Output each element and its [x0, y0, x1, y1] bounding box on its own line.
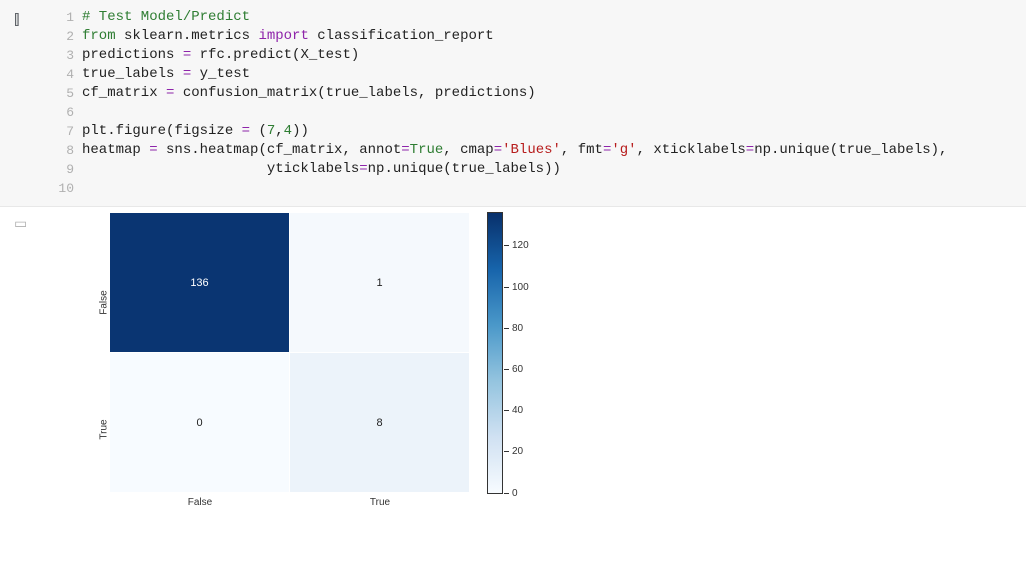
- line-number: 8: [50, 141, 74, 160]
- code-line[interactable]: yticklabels=np.unique(true_labels)): [82, 160, 1026, 179]
- line-number: 6: [50, 103, 74, 122]
- line-number: 5: [50, 84, 74, 103]
- heatmap-grid: 136108 False True: [110, 213, 470, 508]
- x-tick: True: [290, 493, 470, 508]
- y-axis: False True: [80, 213, 110, 493]
- output-gutter: ▭: [0, 211, 50, 508]
- cell-gutter: [ ]: [0, 6, 50, 198]
- line-number: 3: [50, 46, 74, 65]
- code-line[interactable]: plt.figure(figsize = (7,4)): [82, 122, 1026, 141]
- output-indicator-icon: ▭: [14, 215, 27, 231]
- heatmap-cell: 8: [290, 353, 470, 493]
- colorbar: 120100806040200: [488, 213, 504, 493]
- y-tick: False: [84, 239, 110, 366]
- code-line[interactable]: true_labels = y_test: [82, 65, 1026, 84]
- heatmap-chart: False True 136108 False True 12010080604…: [50, 211, 504, 508]
- line-number: 4: [50, 65, 74, 84]
- code-line[interactable]: # Test Model/Predict: [82, 8, 1026, 27]
- y-tick: True: [84, 366, 110, 493]
- line-number: 1: [50, 8, 74, 27]
- line-number: 7: [50, 122, 74, 141]
- heatmap-cell: 0: [110, 353, 290, 493]
- run-cell-icon[interactable]: [ ]: [14, 10, 17, 26]
- line-number: 2: [50, 27, 74, 46]
- code-line[interactable]: from sklearn.metrics import classificati…: [82, 27, 1026, 46]
- code-line[interactable]: [82, 179, 1026, 198]
- code-line[interactable]: [82, 103, 1026, 122]
- x-axis: False True: [110, 493, 470, 508]
- code-line[interactable]: heatmap = sns.heatmap(cf_matrix, annot=T…: [82, 141, 1026, 160]
- x-tick: False: [110, 493, 290, 508]
- line-number: 10: [50, 179, 74, 198]
- code-editor[interactable]: # Test Model/Predictfrom sklearn.metrics…: [74, 6, 1026, 198]
- line-numbers: 12345678910: [50, 6, 74, 198]
- line-number: 9: [50, 160, 74, 179]
- output-cell: ▭ False True 136108 False True 120100806…: [0, 207, 1026, 518]
- code-cell[interactable]: [ ] 12345678910 # Test Model/Predictfrom…: [0, 0, 1026, 207]
- heatmap-cell: 136: [110, 213, 290, 353]
- heatmap-cell: 1: [290, 213, 470, 353]
- colorbar-gradient: [488, 213, 502, 493]
- heatmap-row: 1361: [110, 213, 470, 353]
- code-line[interactable]: cf_matrix = confusion_matrix(true_labels…: [82, 84, 1026, 103]
- code-line[interactable]: predictions = rfc.predict(X_test): [82, 46, 1026, 65]
- colorbar-ticks: 120100806040200: [502, 213, 504, 493]
- heatmap-row: 08: [110, 353, 470, 493]
